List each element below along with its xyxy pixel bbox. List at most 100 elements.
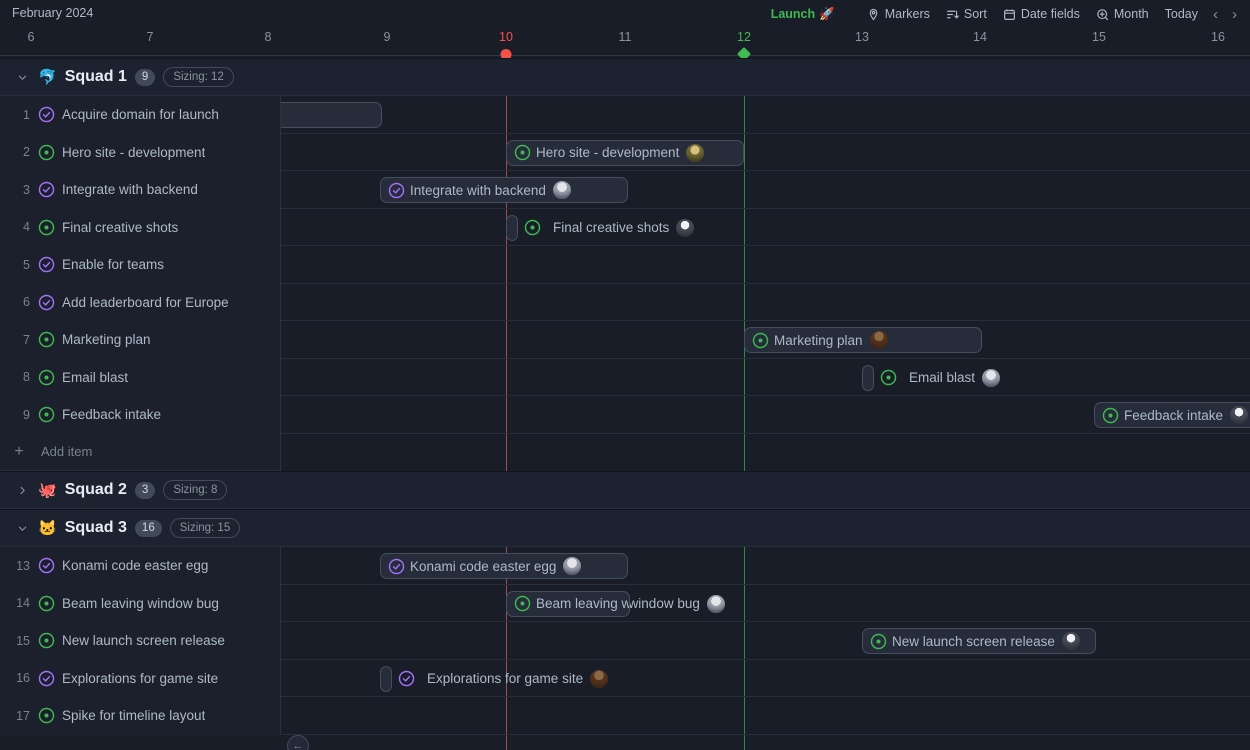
scroll-left-button[interactable]: ←	[287, 735, 309, 750]
timeline-bar-content: New launch screen release	[863, 629, 1080, 653]
row-left-cell[interactable]: 3Integrate with backend	[0, 171, 281, 209]
row-number: 15	[0, 634, 38, 648]
day-label[interactable]: 12	[737, 30, 751, 44]
zoom-level-button[interactable]: Month	[1088, 3, 1157, 25]
launch-marker-label[interactable]: Launch 🚀	[771, 7, 835, 22]
timeline-bar-content: Integrate with backend	[381, 178, 571, 202]
next-period-button[interactable]: ›	[1225, 4, 1244, 25]
timeline-row[interactable]: 16Explorations for game siteExplorations…	[0, 660, 1250, 698]
timeline-row[interactable]: 8Email blastEmail blast	[0, 359, 1250, 397]
add-item-button[interactable]: +Add item	[0, 434, 281, 472]
row-number: 2	[0, 145, 38, 159]
group-count-badge: 9	[135, 69, 155, 86]
group-name: Squad 1	[65, 68, 127, 86]
day-label[interactable]: 11	[619, 30, 632, 44]
avatar[interactable]	[1062, 632, 1080, 650]
row-title: New launch screen release	[62, 633, 225, 648]
day-label[interactable]: 6	[28, 30, 35, 44]
timeline-bar[interactable]	[380, 666, 392, 692]
row-title: Integrate with backend	[62, 182, 198, 197]
timeline-row[interactable]: 4Final creative shots Final creative shot…	[0, 209, 1250, 247]
timeline-row[interactable]: 14Beam leaving window bug Beam leaving wi…	[0, 585, 1250, 623]
row-left-cell[interactable]: 1Acquire domain for launch	[0, 96, 281, 134]
chevron-down-icon[interactable]	[14, 520, 30, 536]
row-left-cell[interactable]: 6Add leaderboard for Europe	[0, 284, 281, 322]
avatar[interactable]	[676, 219, 694, 237]
timeline-bar[interactable]: Integrate with backend	[380, 177, 628, 203]
date-fields-button[interactable]: Date fields	[995, 3, 1088, 25]
timeline-row[interactable]: 1Acquire domain for launchAcquire domain…	[0, 96, 1250, 134]
timeline-row[interactable]: 6Add leaderboard for Europe	[0, 284, 1250, 322]
group-header[interactable]: 🐬 Squad 1 9 Sizing: 12	[0, 58, 1250, 96]
chevron-down-icon[interactable]	[14, 69, 30, 85]
timeline-row[interactable]: 3Integrate with backendIntegrate with ba…	[0, 171, 1250, 209]
row-left-cell[interactable]: 4Final creative shots	[0, 209, 281, 247]
group-sizing-badge[interactable]: Sizing: 15	[170, 518, 241, 538]
timeline-bar-label-group: Final creative shots	[524, 215, 694, 241]
group: 🐙Squad 23Sizing: 8	[0, 471, 1250, 509]
timeline-row[interactable]: 15 New launch screen release New launch sc…	[0, 622, 1250, 660]
day-label[interactable]: 13	[855, 30, 869, 44]
group-sizing-badge[interactable]: Sizing: 8	[163, 480, 227, 500]
group-emoji-icon: 🐬	[38, 70, 57, 85]
row-left-cell[interactable]: 7Marketing plan	[0, 321, 281, 359]
timeline-bar[interactable]: Feedback intake	[1094, 402, 1250, 428]
timeline-bar[interactable]: Marketing plan	[744, 327, 982, 353]
timeline-bar[interactable]: New launch screen release	[862, 628, 1096, 654]
day-label[interactable]: 16	[1211, 30, 1225, 44]
avatar[interactable]	[553, 181, 571, 199]
timeline-row[interactable]: 13Konami code easter egg Konami code east…	[0, 547, 1250, 585]
timeline-bar[interactable]: Hero site - development	[506, 140, 744, 166]
timeline-row[interactable]: 17Spike for timeline layout	[0, 697, 1250, 735]
timeline-row[interactable]: 7Marketing plan Marketing plan	[0, 321, 1250, 359]
day-label[interactable]: 7	[147, 30, 154, 44]
row-left-cell[interactable]: 16Explorations for game site	[0, 660, 281, 698]
row-left-cell[interactable]: 15 New launch screen release	[0, 622, 281, 660]
day-label[interactable]: 8	[265, 30, 272, 44]
today-button[interactable]: Today	[1157, 3, 1206, 25]
avatar[interactable]	[1230, 406, 1248, 424]
row-left-cell[interactable]: 14Beam leaving window bug	[0, 585, 281, 623]
avatar[interactable]	[686, 144, 704, 162]
avatar[interactable]	[982, 369, 1000, 387]
chevron-right-icon[interactable]	[14, 482, 30, 498]
timeline-bar-content: Hero site - development	[507, 141, 704, 165]
sort-button[interactable]: Sort	[938, 3, 995, 25]
day-label[interactable]: 15	[1092, 30, 1106, 44]
timeline-bar[interactable]	[862, 365, 874, 391]
avatar[interactable]	[707, 595, 725, 613]
rocket-icon: 🚀	[819, 7, 835, 22]
timeline-bar[interactable]: Konami code easter egg	[380, 553, 628, 579]
group-sizing-badge[interactable]: Sizing: 12	[163, 67, 234, 87]
group: 🐱Squad 316Sizing: 1513Konami code easter…	[0, 509, 1250, 735]
row-left-cell[interactable]: 13Konami code easter egg	[0, 547, 281, 585]
timeline-bar-content: Marketing plan	[745, 328, 888, 352]
timeline-row[interactable]: 5Enable for teams	[0, 246, 1250, 284]
timeline-row[interactable]: 9Feedback intake Feedback intake	[0, 396, 1250, 434]
day-label[interactable]: 9	[384, 30, 391, 44]
timeline-row[interactable]: 2Hero site - development Hero site - deve…	[0, 134, 1250, 172]
row-number: 16	[0, 671, 38, 685]
today-label: Today	[1165, 7, 1198, 21]
row-left-cell[interactable]: 8Email blast	[0, 359, 281, 397]
add-item-row[interactable]: +Add item	[0, 434, 1250, 472]
timeline-bar[interactable]: Beam leaving window bug	[506, 591, 630, 617]
plus-icon: +	[0, 443, 38, 461]
row-left-cell[interactable]: 5Enable for teams	[0, 246, 281, 284]
timeline-bar[interactable]	[506, 215, 518, 241]
avatar[interactable]	[563, 557, 581, 575]
group-count-badge: 16	[135, 520, 162, 537]
markers-button[interactable]: Markers	[859, 3, 938, 25]
avatar[interactable]	[870, 331, 888, 349]
row-left-cell[interactable]: 9Feedback intake	[0, 396, 281, 434]
month-label: February 2024	[12, 6, 93, 20]
avatar[interactable]	[590, 670, 608, 688]
row-left-cell[interactable]: 17Spike for timeline layout	[0, 697, 281, 735]
day-label[interactable]: 14	[973, 30, 987, 44]
row-number: 14	[0, 596, 38, 610]
prev-period-button[interactable]: ‹	[1206, 4, 1225, 25]
group-header[interactable]: 🐱Squad 316Sizing: 15	[0, 509, 1250, 547]
group-header[interactable]: 🐙Squad 23Sizing: 8	[0, 471, 1250, 509]
row-left-cell[interactable]: 2Hero site - development	[0, 134, 281, 172]
day-label[interactable]: 10	[499, 30, 513, 44]
